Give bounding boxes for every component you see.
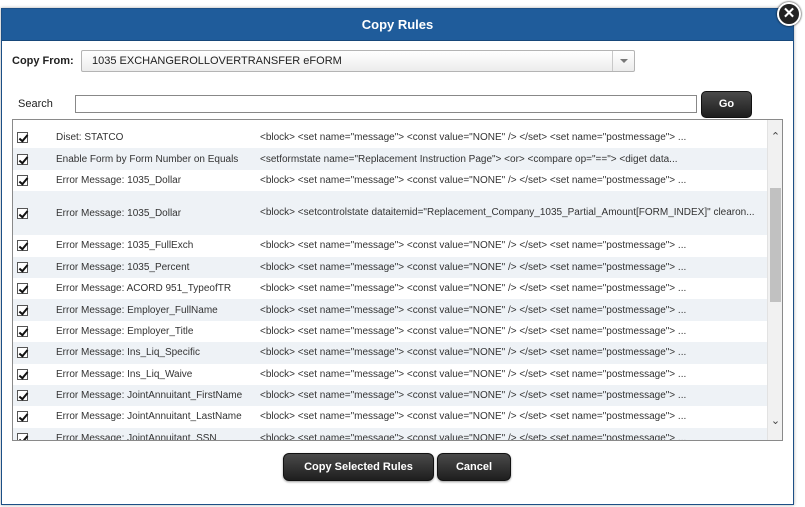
rule-checkbox[interactable]: [17, 304, 28, 316]
close-icon[interactable]: ✕: [777, 2, 801, 26]
chevron-down-icon[interactable]: [612, 51, 634, 71]
rule-name: Error Message: Employer_FullName: [56, 304, 218, 316]
rule-row[interactable]: Enable Form by Form Number on Equals <set…: [13, 148, 767, 170]
copy-from-row: Copy From: 1035 EXCHANGEROLLOVERTRANSFER…: [12, 49, 635, 73]
rule-expression: <block> <set name="message"> <const valu…: [260, 390, 687, 402]
rule-checkbox[interactable]: [17, 390, 28, 402]
rule-checkbox[interactable]: [17, 411, 28, 423]
rule-name: Diset: STATCO: [56, 132, 124, 144]
rule-checkbox[interactable]: [17, 153, 28, 165]
copy-from-selected-value: 1035 EXCHANGEROLLOVERTRANSFER eFORM: [92, 55, 342, 67]
rule-checkbox[interactable]: [17, 325, 28, 337]
rule-row[interactable]: Error Message: ACORD 951_TypeofTR <block>…: [13, 278, 767, 299]
rule-name: Error Message: ACORD 951_TypeofTR: [56, 283, 232, 295]
rule-expression: <block> <set name="message"> <const valu…: [260, 132, 687, 144]
rule-name: Error Message: JointAnnuitant_SSN: [56, 432, 217, 441]
rule-row[interactable]: Error Message: Ins_Liq_Specific <block> <…: [13, 342, 767, 364]
rules-list-inner: Diset: STATCO <block> <set name="message"…: [13, 127, 767, 441]
rule-expression: <setformstate name="Replacement Instruct…: [260, 153, 678, 165]
search-input[interactable]: [75, 95, 697, 113]
rule-name: Error Message: JointAnnuitant_LastName: [56, 411, 242, 423]
rule-name: Error Message: Ins_Liq_Specific: [56, 347, 200, 359]
rule-name: Error Message: JointAnnuitant_FirstName: [56, 390, 243, 402]
rule-row[interactable]: Error Message: 1035_FullExch <block> <set…: [13, 235, 767, 256]
scrollbar-thumb[interactable]: [770, 188, 781, 302]
rule-row[interactable]: Error Message: Employer_Title <block> <se…: [13, 321, 767, 342]
search-label: Search: [18, 98, 53, 110]
go-button[interactable]: Go: [701, 90, 752, 118]
rule-name: Error Message: 1035_Percent: [56, 261, 190, 273]
rule-checkbox[interactable]: [17, 432, 28, 440]
rule-expression: <block> <set name="message"> <const valu…: [260, 304, 687, 316]
rules-list[interactable]: Diset: STATCO <block> <set name="message"…: [12, 119, 783, 441]
rule-checkbox[interactable]: [17, 207, 28, 219]
rule-expression: <block> <set name="message"> <const valu…: [260, 174, 687, 186]
search-row: Search Go: [18, 88, 752, 120]
rule-expression: <block> <set name="message"> <const valu…: [260, 368, 687, 380]
rule-row[interactable]: Error Message: 1035_Dollar <block> <setco…: [13, 191, 767, 236]
rule-row[interactable]: Error Message: 1035_Dollar <block> <set n…: [13, 170, 767, 191]
chevron-up-icon[interactable]: ⌃: [768, 128, 782, 144]
rule-expression: <block> <set name="message"> <const valu…: [260, 432, 687, 441]
chevron-down-icon[interactable]: ⌄: [768, 412, 782, 428]
rule-expression: <block> <set name="message"> <const valu…: [260, 283, 687, 295]
rule-name: Enable Form by Form Number on Equals: [56, 153, 239, 165]
copy-from-label: Copy From:: [12, 55, 74, 67]
rule-expression: <block> <set name="message"> <const valu…: [260, 411, 687, 423]
rule-checkbox[interactable]: [17, 347, 28, 359]
rule-checkbox[interactable]: [17, 240, 28, 252]
copy-rules-dialog: Copy Rules Copy From: 1035 EXCHANGEROLLO…: [1, 8, 794, 505]
rule-row[interactable]: Error Message: Employer_FullName <block> …: [13, 299, 767, 321]
rule-row[interactable]: Error Message: Ins_Liq_Waive <block> <set…: [13, 364, 767, 385]
rule-name: Error Message: 1035_FullExch: [56, 240, 194, 252]
rule-row[interactable]: Diset: STATCO <block> <set name="message"…: [13, 127, 767, 148]
copy-selected-rules-button[interactable]: Copy Selected Rules: [283, 453, 434, 481]
rule-expression: <block> <set name="message"> <const valu…: [260, 261, 687, 273]
rule-checkbox[interactable]: [17, 261, 28, 273]
rule-checkbox[interactable]: [17, 368, 28, 380]
dialog-title: Copy Rules: [2, 9, 793, 41]
rule-expression: <block> <set name="message"> <const valu…: [260, 325, 687, 337]
rule-expression: <block> <set name="message"> <const valu…: [260, 347, 687, 359]
rule-expression: <block> <setcontrolstate dataitemid="Rep…: [260, 207, 755, 219]
vertical-scrollbar[interactable]: ⌃ ⌄: [767, 120, 782, 440]
rule-row[interactable]: Error Message: JointAnnuitant_SSN <block>…: [13, 427, 767, 441]
rule-expression: <block> <set name="message"> <const valu…: [260, 240, 687, 252]
rule-name: Error Message: 1035_Dollar: [56, 207, 182, 219]
rule-name: Error Message: Ins_Liq_Waive: [56, 368, 193, 380]
rule-checkbox[interactable]: [17, 283, 28, 295]
rule-checkbox[interactable]: [17, 174, 28, 186]
rule-checkbox[interactable]: [17, 132, 28, 144]
rule-name: Error Message: 1035_Dollar: [56, 174, 182, 186]
cancel-button[interactable]: Cancel: [437, 453, 511, 481]
rule-row[interactable]: Error Message: JointAnnuitant_LastName <b…: [13, 406, 767, 427]
rule-row[interactable]: Error Message: 1035_Percent <block> <set …: [13, 256, 767, 278]
rule-row[interactable]: Error Message: JointAnnuitant_FirstName <…: [13, 384, 767, 407]
rule-name: Error Message: Employer_Title: [56, 325, 194, 337]
copy-from-select[interactable]: 1035 EXCHANGEROLLOVERTRANSFER eFORM: [81, 50, 635, 72]
